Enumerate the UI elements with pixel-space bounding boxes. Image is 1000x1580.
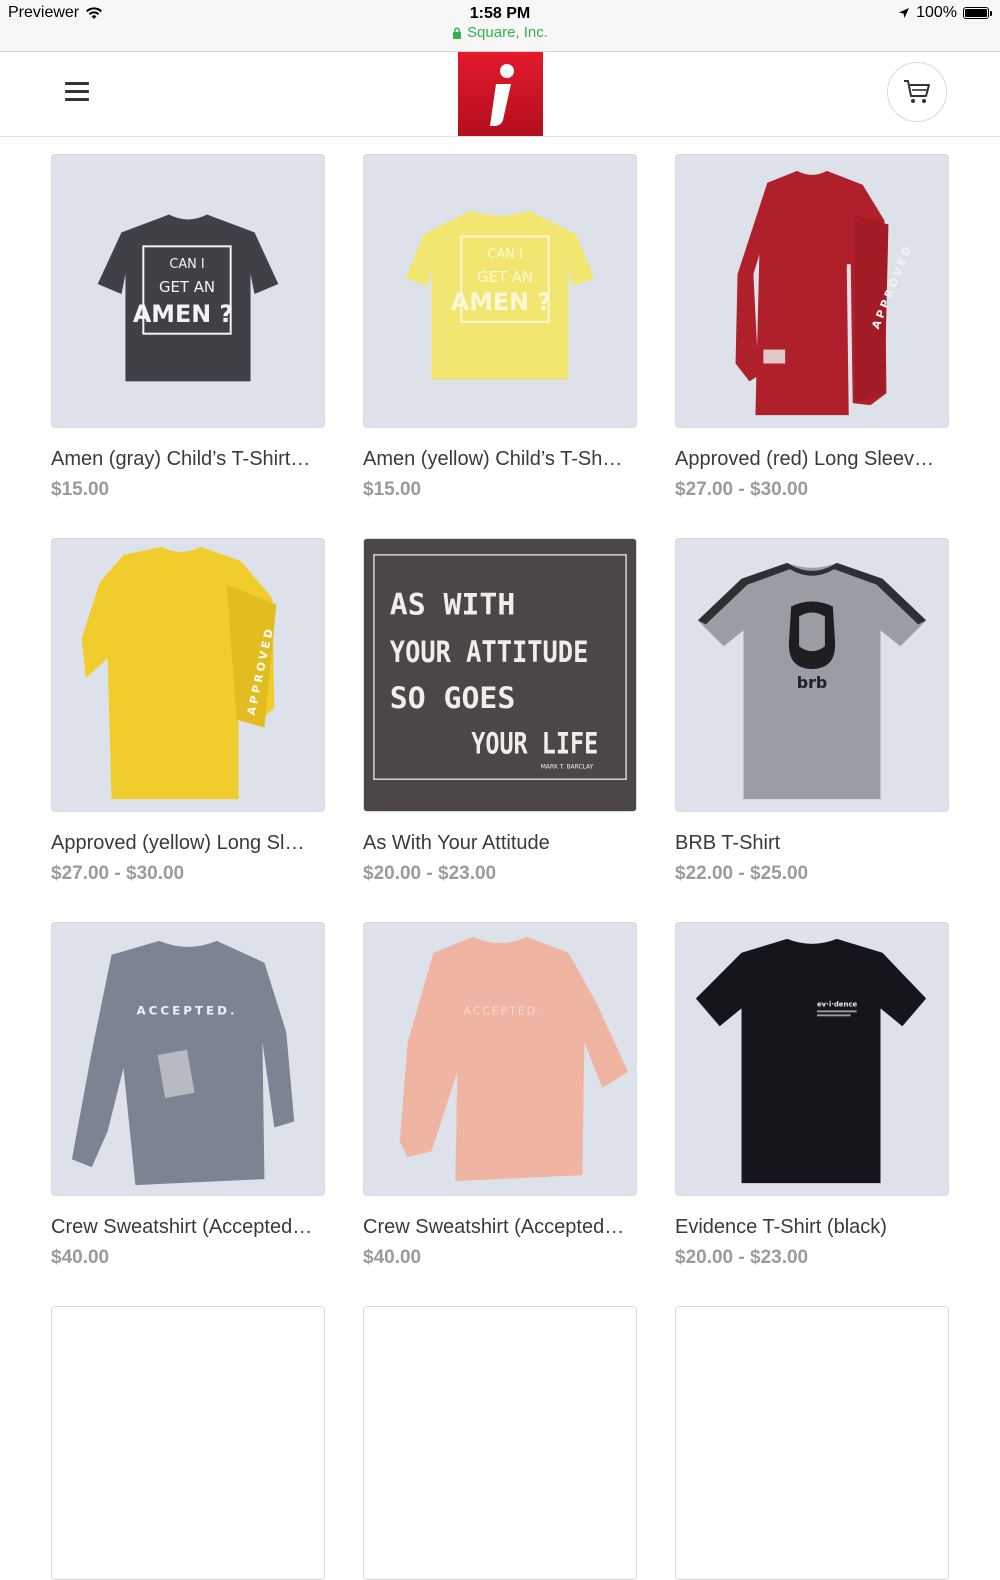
- product-image[interactable]: [363, 1306, 637, 1580]
- product-image-evidence-black[interactable]: ev·i·dence: [675, 922, 949, 1196]
- status-right: 100%: [898, 4, 992, 22]
- svg-text:ACCEPTED.: ACCEPTED.: [463, 1004, 542, 1017]
- product-price: $40.00: [363, 1247, 422, 1268]
- svg-text:GET AN: GET AN: [477, 268, 533, 286]
- product-image-as-with-your-attitude[interactable]: AS WITH YOUR ATTITUDE SO GOES YOUR LIFE …: [363, 538, 637, 812]
- svg-text:brb: brb: [797, 673, 828, 692]
- product-card[interactable]: ACCEPTED. Crew Sweatshirt (Accepted… $40…: [363, 922, 637, 1269]
- product-title[interactable]: Crew Sweatshirt (Accepted…: [363, 1216, 637, 1239]
- product-card[interactable]: CAN I GET AN AMEN ? Amen (gray) Child’s …: [51, 154, 325, 501]
- product-card[interactable]: AS WITH YOUR ATTITUDE SO GOES YOUR LIFE …: [363, 538, 637, 885]
- product-price: $15.00: [363, 479, 422, 500]
- svg-text:YOUR ATTITUDE: YOUR ATTITUDE: [390, 635, 589, 670]
- svg-text:SO GOES: SO GOES: [390, 681, 515, 716]
- shopping-cart-icon: [904, 80, 930, 103]
- svg-text:CAN I: CAN I: [487, 247, 522, 262]
- product-title[interactable]: Evidence T-Shirt (black): [675, 1216, 949, 1239]
- product-image-amen-gray[interactable]: CAN I GET AN AMEN ?: [51, 154, 325, 428]
- svg-text:MARK T. BARCLAY: MARK T. BARCLAY: [541, 763, 594, 770]
- product-card[interactable]: ACCEPTED. Crew Sweatshirt (Accepted… $40…: [51, 922, 325, 1269]
- product-card[interactable]: ev·i·dence Evidence T-Shirt (black) $20.…: [675, 922, 949, 1269]
- product-title[interactable]: Approved (red) Long Sleev…: [675, 448, 949, 471]
- product-card[interactable]: APPROVED Approved (red) Long Sleev… $27.…: [675, 154, 949, 501]
- svg-text:GET AN: GET AN: [159, 278, 215, 296]
- product-title[interactable]: Amen (gray) Child’s T-Shirt…: [51, 448, 325, 471]
- product-price: $20.00 - $23.00: [363, 863, 497, 884]
- product-card[interactable]: APPROVED Approved (yellow) Long Sl… $27.…: [51, 538, 325, 885]
- product-title[interactable]: As With Your Attitude: [363, 832, 637, 855]
- product-image-brb[interactable]: brb: [675, 538, 949, 812]
- product-price: $20.00 - $23.00: [675, 1247, 809, 1268]
- product-image-approved-red[interactable]: APPROVED: [675, 154, 949, 428]
- product-title[interactable]: Approved (yellow) Long Sl…: [51, 832, 325, 855]
- product-image-approved-yellow[interactable]: APPROVED: [51, 538, 325, 812]
- product-card[interactable]: CAN I GET AN AMEN ? Amen (yellow) Child’…: [363, 154, 637, 501]
- product-card[interactable]: [675, 1306, 949, 1580]
- battery-percent: 100%: [916, 4, 957, 21]
- secure-site-label: Square, Inc.: [0, 23, 1000, 42]
- svg-text:AMEN ?: AMEN ?: [451, 288, 551, 316]
- cart-button[interactable]: [887, 62, 947, 122]
- product-price: $27.00 - $30.00: [51, 863, 185, 884]
- site-name: Square, Inc.: [467, 24, 548, 41]
- svg-text:AMEN ?: AMEN ?: [133, 300, 233, 328]
- product-card[interactable]: [51, 1306, 325, 1580]
- product-title[interactable]: Amen (yellow) Child’s T-Sh…: [363, 448, 637, 471]
- product-price: $40.00: [51, 1247, 110, 1268]
- site-header: [0, 52, 1000, 137]
- product-image-crew-sweatshirt-pink[interactable]: ACCEPTED.: [363, 922, 637, 1196]
- hamburger-menu-icon[interactable]: [62, 82, 92, 106]
- brand-logo[interactable]: [458, 52, 543, 136]
- status-bar: Previewer 1:58 PM Square, Inc. 100%: [0, 0, 1000, 52]
- product-card[interactable]: [363, 1306, 637, 1580]
- logo-i-icon: [490, 64, 514, 126]
- svg-text:CAN I: CAN I: [169, 257, 204, 272]
- product-image[interactable]: [51, 1306, 325, 1580]
- status-time: 1:58 PM: [469, 5, 531, 22]
- product-title[interactable]: BRB T-Shirt: [675, 832, 949, 855]
- product-title[interactable]: Crew Sweatshirt (Accepted…: [51, 1216, 325, 1239]
- status-center: 1:58 PM Square, Inc.: [0, 4, 1000, 42]
- location-arrow-icon: [899, 8, 910, 18]
- product-image[interactable]: [675, 1306, 949, 1580]
- product-image-crew-sweatshirt-gray[interactable]: ACCEPTED.: [51, 922, 325, 1196]
- battery-icon: [963, 7, 989, 19]
- svg-text:YOUR LIFE: YOUR LIFE: [471, 726, 598, 761]
- lock-icon: [453, 26, 462, 39]
- svg-text:ACCEPTED.: ACCEPTED.: [136, 1003, 237, 1017]
- product-price: $27.00 - $30.00: [675, 479, 809, 500]
- product-price: $22.00 - $25.00: [675, 863, 809, 884]
- product-card[interactable]: brb BRB T-Shirt $22.00 - $25.00: [675, 538, 949, 885]
- svg-text:AS WITH: AS WITH: [390, 587, 515, 622]
- svg-text:ev·i·dence: ev·i·dence: [817, 1000, 858, 1008]
- product-image-amen-yellow[interactable]: CAN I GET AN AMEN ?: [363, 154, 637, 428]
- product-price: $15.00: [51, 479, 110, 500]
